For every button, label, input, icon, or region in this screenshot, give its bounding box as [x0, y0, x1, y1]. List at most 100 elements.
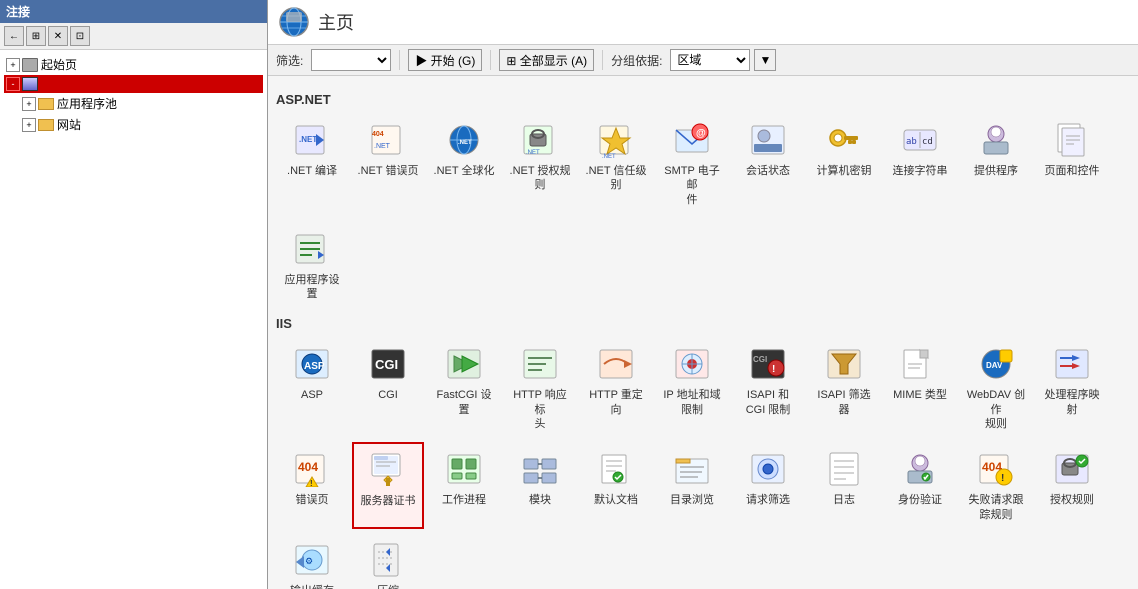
appsettings-label: 应用程序设置 — [285, 273, 340, 302]
item-outputcache[interactable]: ⚙ 输出缓存 — [276, 533, 348, 589]
workprocess-icon — [444, 449, 484, 489]
item-defaultdoc[interactable]: 默认文档 — [580, 442, 652, 529]
expand-icon-server[interactable]: - — [6, 77, 20, 91]
item-reqfilter[interactable]: 请求筛选 — [732, 442, 804, 529]
ip-restrict-icon — [672, 344, 712, 384]
svg-text:.NET: .NET — [458, 140, 472, 146]
folder-icon-website — [38, 119, 54, 131]
net-errorpage-label: .NET 错误页 — [358, 164, 419, 178]
smtp-icon: @ — [672, 120, 712, 160]
item-workprocess[interactable]: 工作进程 — [428, 442, 500, 529]
svg-text:.NET: .NET — [374, 143, 391, 150]
provider-label: 提供程序 — [974, 164, 1018, 178]
item-session[interactable]: 会话状态 — [732, 113, 804, 214]
connstring-label: 连接字符串 — [893, 164, 948, 178]
item-mime[interactable]: MIME 类型 — [884, 337, 956, 438]
right-content: ASP .NET .NET .NET 编译 — [268, 76, 1138, 589]
mime-icon — [900, 344, 940, 384]
item-connstring[interactable]: ab cd 连接字符串 — [884, 113, 956, 214]
expand-button[interactable]: ⊞ — [26, 26, 46, 46]
svg-text:.NET: .NET — [526, 150, 540, 156]
item-servercert[interactable]: 服务器证书 — [352, 442, 424, 529]
tree-item-apppool[interactable]: + 应用程序池 — [4, 93, 263, 114]
item-net-trust[interactable]: .NET .NET 信任级别 — [580, 113, 652, 214]
item-net-auth[interactable]: .NET .NET 授权规则 — [504, 113, 576, 214]
item-net-compile[interactable]: .NET .NET 编译 — [276, 113, 348, 214]
tree-item-server[interactable]: - — [4, 75, 263, 93]
item-pagecontrol[interactable]: 页面和控件 — [1036, 113, 1108, 214]
net-auth-label: .NET 授权规则 — [510, 164, 571, 193]
svg-text:.NET: .NET — [602, 154, 616, 158]
item-modules[interactable]: 模块 — [504, 442, 576, 529]
expand-icon-website[interactable]: + — [22, 118, 36, 132]
authrule-icon — [1052, 449, 1092, 489]
item-compress[interactable]: 压缩 — [352, 533, 424, 589]
errors-label: 错误页 — [296, 493, 329, 507]
tree-label-startpage: 起始页 — [41, 56, 77, 73]
back-button[interactable]: ← — [4, 26, 24, 46]
item-net-errorpage[interactable]: 404 .NET .NET 错误页 — [352, 113, 424, 214]
item-provider[interactable]: 提供程序 — [960, 113, 1032, 214]
svg-text:CGI: CGI — [375, 357, 398, 372]
appsettings-icon — [292, 229, 332, 269]
tree-item-website[interactable]: + 网站 — [4, 114, 263, 135]
item-webdav[interactable]: DAV WebDAV 创作规则 — [960, 337, 1032, 438]
item-logging[interactable]: 日志 — [808, 442, 880, 529]
left-toolbar: ← ⊞ ✕ ⊡ — [0, 23, 267, 50]
svg-text:cd: cd — [922, 137, 933, 147]
group-select[interactable]: 区域 — [670, 49, 750, 71]
item-errors[interactable]: 404 ! 错误页 — [276, 442, 348, 529]
http-redirect-icon — [596, 344, 636, 384]
servercert-icon — [368, 450, 408, 490]
show-all-button[interactable]: ⊞ 全部显示 (A) — [499, 49, 594, 71]
expand-icon-apppool[interactable]: + — [22, 97, 36, 111]
item-cgi[interactable]: CGI CGI — [352, 337, 424, 438]
item-http-redirect[interactable]: HTTP 重定向 — [580, 337, 652, 438]
compress-label: 压缩 — [377, 584, 399, 589]
grid-button[interactable]: ⊡ — [70, 26, 90, 46]
right-panel: 主页 筛选: ▶ 开始 (G) ⊞ 全部显示 (A) 分组依据: 区域 ▼ AS… — [268, 0, 1138, 589]
net-compile-label: .NET 编译 — [287, 164, 337, 178]
server-icon — [22, 77, 38, 91]
filter-select[interactable] — [311, 49, 391, 71]
header-icon — [278, 6, 310, 38]
item-auth[interactable]: 身份验证 — [884, 442, 956, 529]
expand-icon[interactable]: + — [6, 58, 20, 72]
group-options-button[interactable]: ▼ — [754, 49, 776, 71]
item-asp[interactable]: ASP ASP — [276, 337, 348, 438]
start-button[interactable]: ▶ 开始 (G) — [408, 49, 482, 71]
pagecontrol-label: 页面和控件 — [1045, 164, 1100, 178]
item-handler[interactable]: 处理程序映射 — [1036, 337, 1108, 438]
provider-icon — [976, 120, 1016, 160]
item-machinekey[interactable]: 计算机密钥 — [808, 113, 880, 214]
net-global-label: .NET 全球化 — [434, 164, 495, 178]
close-button[interactable]: ✕ — [48, 26, 68, 46]
net-auth-icon: .NET — [520, 120, 560, 160]
item-authrule[interactable]: 授权规则 — [1036, 442, 1108, 529]
svg-text:!: ! — [310, 479, 313, 487]
item-ip-restrict[interactable]: IP 地址和域限制 — [656, 337, 728, 438]
machinekey-icon — [824, 120, 864, 160]
svg-text:⚙: ⚙ — [305, 556, 313, 566]
item-failedreq[interactable]: 404 ! 失败请求跟踪规则 — [960, 442, 1032, 529]
outputcache-label: 输出缓存 — [290, 584, 334, 589]
dirbrowse-icon — [672, 449, 712, 489]
item-http-response[interactable]: HTTP 响应标头 — [504, 337, 576, 438]
toolbar-separator-3 — [602, 50, 603, 70]
folder-icon-apppool — [38, 98, 54, 110]
item-net-global[interactable]: .NET .NET 全球化 — [428, 113, 500, 214]
tree-item-startpage[interactable]: + 起始页 — [4, 54, 263, 75]
fastcgi-icon — [444, 344, 484, 384]
item-isapi-cgi[interactable]: CGI ! ISAPI 和CGI 限制 — [732, 337, 804, 438]
asp-label: ASP — [301, 388, 323, 402]
item-dirbrowse[interactable]: 目录浏览 — [656, 442, 728, 529]
item-appsettings[interactable]: 应用程序设置 — [276, 222, 348, 309]
item-isapi-filter[interactable]: ISAPI 筛选器 — [808, 337, 880, 438]
item-fastcgi[interactable]: FastCGI 设置 — [428, 337, 500, 438]
ip-restrict-label: IP 地址和域限制 — [663, 388, 720, 417]
svg-text:@: @ — [696, 128, 706, 139]
item-smtp[interactable]: @ SMTP 电子邮件 — [656, 113, 728, 214]
section-iis: IIS — [276, 316, 1130, 331]
toolbar-separator-2 — [490, 50, 491, 70]
appsettings-grid: 应用程序设置 — [276, 222, 1130, 309]
